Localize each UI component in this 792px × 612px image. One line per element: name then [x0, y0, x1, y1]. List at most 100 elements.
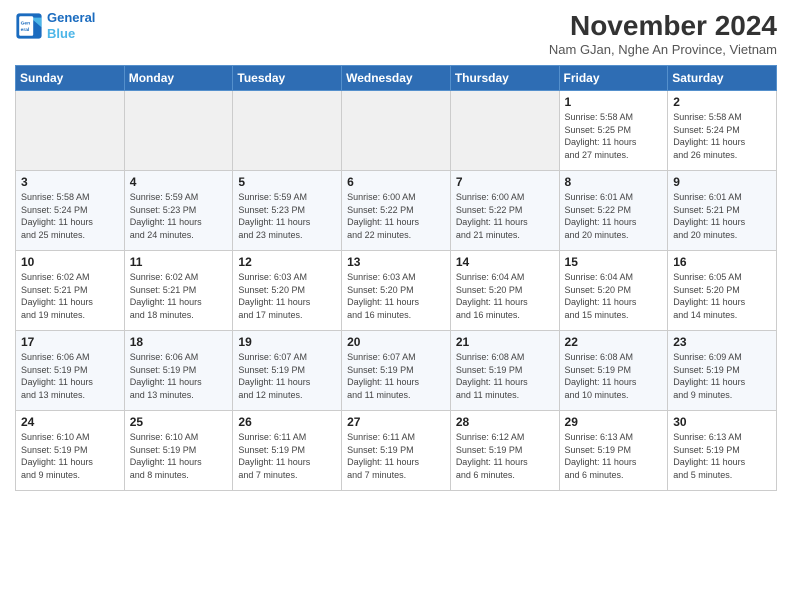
day-info: Sunrise: 6:08 AM Sunset: 5:19 PM Dayligh… [565, 351, 663, 401]
day-number: 3 [21, 175, 119, 189]
day-number: 13 [347, 255, 445, 269]
day-info: Sunrise: 6:03 AM Sunset: 5:20 PM Dayligh… [347, 271, 445, 321]
day-cell: 6 Sunrise: 6:00 AM Sunset: 5:22 PM Daylig… [342, 171, 451, 251]
day-info: Sunrise: 6:11 AM Sunset: 5:19 PM Dayligh… [238, 431, 336, 481]
day-info: Sunrise: 6:07 AM Sunset: 5:19 PM Dayligh… [238, 351, 336, 401]
day-cell: 29 Sunrise: 6:13 AM Sunset: 5:19 PM Dayli… [559, 411, 668, 491]
day-info: Sunrise: 6:00 AM Sunset: 5:22 PM Dayligh… [347, 191, 445, 241]
day-number: 10 [21, 255, 119, 269]
day-cell: 8Sunrise: 6:01 AM Sunset: 5:22 PM Daylig… [559, 171, 668, 251]
logo: Gen eral General Blue [15, 10, 95, 41]
day-number: 2 [673, 95, 771, 109]
header-row: SundayMondayTuesdayWednesdayThursdayFrid… [16, 66, 777, 91]
day-cell: 20Sunrise: 6:07 AM Sunset: 5:19 PM Dayli… [342, 331, 451, 411]
day-number: 17 [21, 335, 119, 349]
day-number: 9 [673, 175, 771, 189]
day-cell: 11Sunrise: 6:02 AM Sunset: 5:21 PM Dayli… [124, 251, 233, 331]
day-info: Sunrise: 6:05 AM Sunset: 5:20 PM Dayligh… [673, 271, 771, 321]
day-cell: 21Sunrise: 6:08 AM Sunset: 5:19 PM Dayli… [450, 331, 559, 411]
day-info: Sunrise: 6:03 AM Sunset: 5:20 PM Dayligh… [238, 271, 336, 321]
day-cell: 4 Sunrise: 5:59 AM Sunset: 5:23 PM Daylig… [124, 171, 233, 251]
header: Gen eral General Blue November 2024 Nam … [15, 10, 777, 57]
day-info: Sunrise: 6:00 AM Sunset: 5:22 PM Dayligh… [456, 191, 554, 241]
day-cell [450, 91, 559, 171]
day-number: 14 [456, 255, 554, 269]
day-info: Sunrise: 5:58 AM Sunset: 5:24 PM Dayligh… [21, 191, 119, 241]
day-number: 15 [565, 255, 663, 269]
title-block: November 2024 Nam GJan, Nghe An Province… [549, 10, 777, 57]
week-row-3: 10 Sunrise: 6:02 AM Sunset: 5:21 PM Dayli… [16, 251, 777, 331]
day-number: 24 [21, 415, 119, 429]
logo-icon: Gen eral [15, 12, 43, 40]
day-number: 27 [347, 415, 445, 429]
day-info: Sunrise: 6:12 AM Sunset: 5:19 PM Dayligh… [456, 431, 554, 481]
day-header-friday: Friday [559, 66, 668, 91]
day-cell: 5Sunrise: 5:59 AM Sunset: 5:23 PM Daylig… [233, 171, 342, 251]
day-number: 25 [130, 415, 228, 429]
day-number: 1 [565, 95, 663, 109]
svg-text:Gen: Gen [21, 20, 31, 26]
day-cell: 25Sunrise: 6:10 AM Sunset: 5:19 PM Dayli… [124, 411, 233, 491]
day-number: 12 [238, 255, 336, 269]
week-row-2: 3 Sunrise: 5:58 AM Sunset: 5:24 PM Daylig… [16, 171, 777, 251]
day-info: Sunrise: 6:13 AM Sunset: 5:19 PM Dayligh… [673, 431, 771, 481]
day-number: 4 [130, 175, 228, 189]
day-cell [342, 91, 451, 171]
day-cell: 7 Sunrise: 6:00 AM Sunset: 5:22 PM Daylig… [450, 171, 559, 251]
day-info: Sunrise: 6:11 AM Sunset: 5:19 PM Dayligh… [347, 431, 445, 481]
day-number: 18 [130, 335, 228, 349]
day-header-saturday: Saturday [668, 66, 777, 91]
day-cell: 22 Sunrise: 6:08 AM Sunset: 5:19 PM Dayli… [559, 331, 668, 411]
day-cell [16, 91, 125, 171]
day-info: Sunrise: 6:02 AM Sunset: 5:21 PM Dayligh… [21, 271, 119, 321]
day-cell: 12 Sunrise: 6:03 AM Sunset: 5:20 PM Dayli… [233, 251, 342, 331]
location: Nam GJan, Nghe An Province, Vietnam [549, 42, 777, 57]
day-cell: 15 Sunrise: 6:04 AM Sunset: 5:20 PM Dayli… [559, 251, 668, 331]
logo-text: General Blue [47, 10, 95, 41]
day-cell: 19 Sunrise: 6:07 AM Sunset: 5:19 PM Dayli… [233, 331, 342, 411]
day-cell: 30Sunrise: 6:13 AM Sunset: 5:19 PM Dayli… [668, 411, 777, 491]
day-number: 7 [456, 175, 554, 189]
day-info: Sunrise: 6:04 AM Sunset: 5:20 PM Dayligh… [565, 271, 663, 321]
day-cell: 26 Sunrise: 6:11 AM Sunset: 5:19 PM Dayli… [233, 411, 342, 491]
day-info: Sunrise: 6:10 AM Sunset: 5:19 PM Dayligh… [21, 431, 119, 481]
day-header-sunday: Sunday [16, 66, 125, 91]
day-number: 26 [238, 415, 336, 429]
day-info: Sunrise: 5:58 AM Sunset: 5:24 PM Dayligh… [673, 111, 771, 161]
day-header-wednesday: Wednesday [342, 66, 451, 91]
day-cell: 24 Sunrise: 6:10 AM Sunset: 5:19 PM Dayli… [16, 411, 125, 491]
day-number: 19 [238, 335, 336, 349]
day-number: 6 [347, 175, 445, 189]
logo-blue: Blue [47, 26, 75, 41]
day-number: 20 [347, 335, 445, 349]
day-cell: 16 Sunrise: 6:05 AM Sunset: 5:20 PM Dayli… [668, 251, 777, 331]
day-cell [233, 91, 342, 171]
day-cell: 14 Sunrise: 6:04 AM Sunset: 5:20 PM Dayli… [450, 251, 559, 331]
day-info: Sunrise: 6:09 AM Sunset: 5:19 PM Dayligh… [673, 351, 771, 401]
week-row-4: 17 Sunrise: 6:06 AM Sunset: 5:19 PM Dayli… [16, 331, 777, 411]
day-number: 22 [565, 335, 663, 349]
day-info: Sunrise: 6:04 AM Sunset: 5:20 PM Dayligh… [456, 271, 554, 321]
day-info: Sunrise: 5:58 AM Sunset: 5:25 PM Dayligh… [565, 111, 663, 161]
day-info: Sunrise: 6:06 AM Sunset: 5:19 PM Dayligh… [130, 351, 228, 401]
day-info: Sunrise: 6:01 AM Sunset: 5:21 PM Dayligh… [673, 191, 771, 241]
day-number: 29 [565, 415, 663, 429]
day-header-tuesday: Tuesday [233, 66, 342, 91]
day-info: Sunrise: 6:13 AM Sunset: 5:19 PM Dayligh… [565, 431, 663, 481]
svg-text:eral: eral [21, 26, 30, 32]
day-cell: 17 Sunrise: 6:06 AM Sunset: 5:19 PM Dayli… [16, 331, 125, 411]
day-info: Sunrise: 5:59 AM Sunset: 5:23 PM Dayligh… [130, 191, 228, 241]
day-number: 11 [130, 255, 228, 269]
day-cell: 23 Sunrise: 6:09 AM Sunset: 5:19 PM Dayli… [668, 331, 777, 411]
page-container: Gen eral General Blue November 2024 Nam … [0, 0, 792, 501]
day-cell: 10 Sunrise: 6:02 AM Sunset: 5:21 PM Dayli… [16, 251, 125, 331]
day-info: Sunrise: 6:06 AM Sunset: 5:19 PM Dayligh… [21, 351, 119, 401]
day-number: 23 [673, 335, 771, 349]
day-number: 16 [673, 255, 771, 269]
calendar-table: SundayMondayTuesdayWednesdayThursdayFrid… [15, 65, 777, 491]
day-number: 21 [456, 335, 554, 349]
week-row-1: 1 Sunrise: 5:58 AM Sunset: 5:25 PM Daylig… [16, 91, 777, 171]
day-cell: 9 Sunrise: 6:01 AM Sunset: 5:21 PM Daylig… [668, 171, 777, 251]
day-header-thursday: Thursday [450, 66, 559, 91]
day-info: Sunrise: 5:59 AM Sunset: 5:23 PM Dayligh… [238, 191, 336, 241]
